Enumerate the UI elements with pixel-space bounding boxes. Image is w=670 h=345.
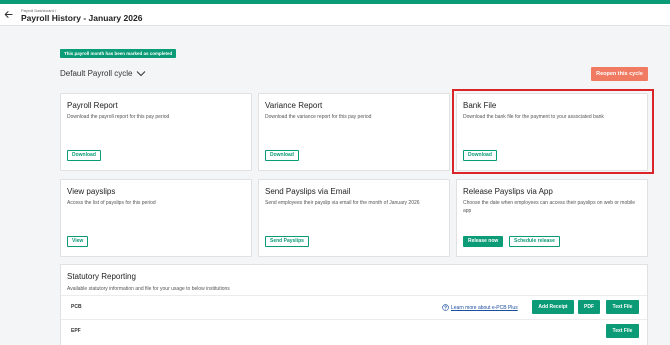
statutory-row-pcb: PCB Learn more about e-PCB Plus Add Rece… bbox=[61, 295, 647, 319]
variance-report-download-button[interactable]: Download bbox=[265, 150, 299, 161]
page-header: Payroll Dashboard / Payroll History - Ja… bbox=[0, 4, 670, 26]
epf-text-file-button[interactable]: Text File bbox=[606, 324, 639, 338]
chevron-down-icon bbox=[137, 71, 146, 77]
statutory-reporting-panel: Statutory Reporting Available statutory … bbox=[60, 264, 648, 345]
statutory-row-epf: EPF Text File bbox=[61, 319, 647, 343]
payroll-report-card: Payroll Report Download the payroll repo… bbox=[60, 93, 252, 171]
payroll-cycle-selector[interactable]: Default Payroll cycle bbox=[60, 69, 146, 78]
bank-file-highlight-box bbox=[452, 89, 654, 174]
page-title: Payroll History - January 2026 bbox=[21, 13, 143, 23]
add-receipt-button[interactable]: Add Receipt bbox=[532, 300, 574, 314]
variance-report-title: Variance Report bbox=[265, 101, 323, 110]
schedule-release-button[interactable]: Schedule release bbox=[509, 236, 560, 247]
release-now-button[interactable]: Release now bbox=[463, 236, 504, 247]
learn-more-link[interactable]: Learn more about e-PCB Plus bbox=[442, 304, 518, 311]
learn-more-text: Learn more about e-PCB Plus bbox=[451, 304, 518, 311]
reopen-cycle-button[interactable]: Reopen this cycle bbox=[591, 67, 648, 81]
statutory-reporting-subtitle: Available statutory information and file… bbox=[67, 286, 230, 292]
send-payslips-title: Send Payslips via Email bbox=[265, 187, 351, 196]
statutory-row-label: PCB bbox=[71, 304, 82, 310]
release-payslips-card: Release Payslips via App Choose the date… bbox=[456, 179, 648, 257]
back-arrow-icon[interactable] bbox=[4, 10, 13, 19]
pcb-pdf-button[interactable]: PDF bbox=[578, 300, 600, 314]
payroll-report-download-button[interactable]: Download bbox=[67, 150, 101, 161]
send-payslips-description: Send employees their payslip via email f… bbox=[265, 200, 420, 206]
pcb-text-file-button[interactable]: Text File bbox=[606, 300, 639, 314]
completed-status-badge: This payroll month has been marked as co… bbox=[60, 49, 177, 58]
view-payslips-description: Access the list of payslips for this per… bbox=[67, 200, 156, 206]
payroll-report-description: Download the payroll report for this pay… bbox=[67, 114, 170, 120]
statutory-row-label: EPF bbox=[71, 328, 81, 334]
send-payslips-button[interactable]: Send Payslips bbox=[265, 236, 309, 247]
release-payslips-description: Choose the date when employees can acces… bbox=[463, 200, 636, 214]
variance-report-description: Download the variance report for this pa… bbox=[265, 114, 372, 120]
send-payslips-card: Send Payslips via Email Send employees t… bbox=[258, 179, 450, 257]
statutory-reporting-title: Statutory Reporting bbox=[67, 272, 136, 281]
view-payslips-button[interactable]: View bbox=[67, 236, 89, 247]
payroll-report-title: Payroll Report bbox=[67, 101, 118, 110]
view-payslips-title: View payslips bbox=[67, 187, 116, 196]
view-payslips-card: View payslips Access the list of payslip… bbox=[60, 179, 252, 257]
release-payslips-title: Release Payslips via App bbox=[463, 187, 553, 196]
variance-report-card: Variance Report Download the variance re… bbox=[258, 93, 450, 171]
payroll-cycle-label: Default Payroll cycle bbox=[60, 69, 133, 78]
help-circle-icon bbox=[442, 304, 449, 311]
